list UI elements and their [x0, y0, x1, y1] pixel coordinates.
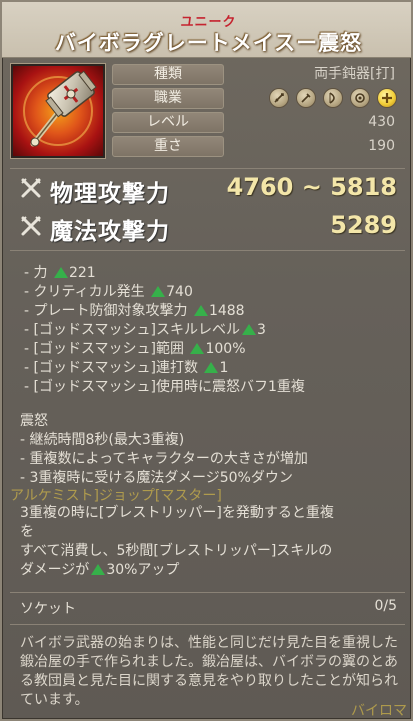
class-label: 職業 [112, 88, 224, 109]
special-effect-detail: 3重複の時に[ブレストリッパー]を発動すると重複 を すべて消費し、5秒間[ブレ… [20, 504, 334, 580]
effect-list: - 力 221 - クリティカル発生 740 - プレート防御対象攻撃力 148… [24, 264, 305, 397]
level-value: 430 [368, 114, 395, 130]
effect-line: - プレート防御対象攻撃力 1488 [24, 303, 245, 319]
special-line: - 継続時間8秒(最大3重複) [20, 432, 185, 448]
divider [10, 168, 405, 169]
physical-attack-row: 物理攻撃力 4760 ~ 5818 [16, 172, 401, 207]
item-image [11, 64, 105, 158]
item-description: バイボラ武器の始まりは、性能と同じだけ見た目を重視した鍛冶屋の手で作られました。… [20, 635, 398, 708]
effect-line: - [ゴッドスマッシュ]範囲 100% [24, 341, 246, 357]
special-effect-block: 震怒 - 継続時間8秒(最大3重複) - 重複数によってキャラクターの大きさが増… [20, 412, 308, 488]
socket-row: ソケット 0/5 [10, 596, 405, 620]
effect-line: - クリティカル発生 740 [24, 284, 193, 300]
type-value: 両手鈍器[打] [314, 66, 395, 82]
up-arrow-icon [242, 324, 257, 335]
effect-line: - [ゴッドスマッシュ]使用時に震怒バフ1重複 [24, 379, 305, 395]
up-arrow-icon [91, 564, 106, 575]
item-name: バイボラグレートメイスー震怒 [54, 31, 363, 55]
physical-attack-value: 4760 ~ 5818 [226, 173, 397, 201]
magic-attack-value: 5289 [330, 211, 397, 239]
magic-attack-row: 魔法攻撃力 5289 [16, 210, 401, 245]
divider [10, 250, 405, 251]
overlapping-text: アルケミスト]ジョップ[マスター] [10, 488, 222, 504]
tooltip-header: ユニーク バイボラグレートメイスー震怒 [2, 2, 411, 58]
up-arrow-icon [193, 305, 208, 316]
type-label: 種類 [112, 64, 224, 85]
overlapping-text: バイロマ [351, 703, 407, 719]
crossed-swords-icon [21, 216, 41, 236]
class-icon-group [267, 88, 397, 110]
divider [10, 592, 405, 593]
special-line: ダメージが 30%アップ [20, 562, 180, 578]
physical-attack-label: 物理攻撃力 [50, 181, 170, 207]
effect-line: - [ゴッドスマッシュ]連打数 1 [24, 360, 229, 376]
special-line: を [20, 524, 34, 540]
crossed-swords-icon [21, 178, 41, 198]
wizard-class-icon [349, 88, 370, 108]
divider [10, 624, 405, 625]
up-arrow-icon [190, 343, 205, 354]
magic-attack-label: 魔法攻撃力 [50, 219, 170, 245]
special-title: 震怒 [20, 413, 48, 429]
up-arrow-icon [53, 267, 68, 278]
archer-class-icon [322, 88, 343, 108]
socket-label: ソケット [20, 601, 76, 617]
socket-value: 0/5 [374, 598, 397, 614]
special-line: すべて消費し、5秒間[ブレストリッパー]スキルの [20, 543, 333, 559]
effect-line: - [ゴッドスマッシュ]スキルレベル 3 [24, 322, 266, 338]
special-line: 3重複の時に[ブレストリッパー]を発動すると重複 [20, 505, 334, 521]
special-line: - 重複数によってキャラクターの大きさが増加 [20, 451, 308, 467]
cleric-class-icon [377, 88, 397, 108]
mace-icon [23, 70, 97, 147]
weight-label: 重さ [112, 136, 224, 157]
level-label: レベル [112, 112, 224, 133]
effect-line: - 力 221 [24, 265, 96, 281]
weight-value: 190 [368, 138, 395, 154]
up-arrow-icon [204, 362, 219, 373]
item-tooltip: ユニーク バイボラグレートメイスー震怒 種類 両手鈍器[打] 職業 レベル 43… [0, 0, 413, 721]
scout-class-icon [295, 88, 316, 108]
up-arrow-icon [151, 286, 166, 297]
swordsman-class-icon [268, 88, 289, 108]
